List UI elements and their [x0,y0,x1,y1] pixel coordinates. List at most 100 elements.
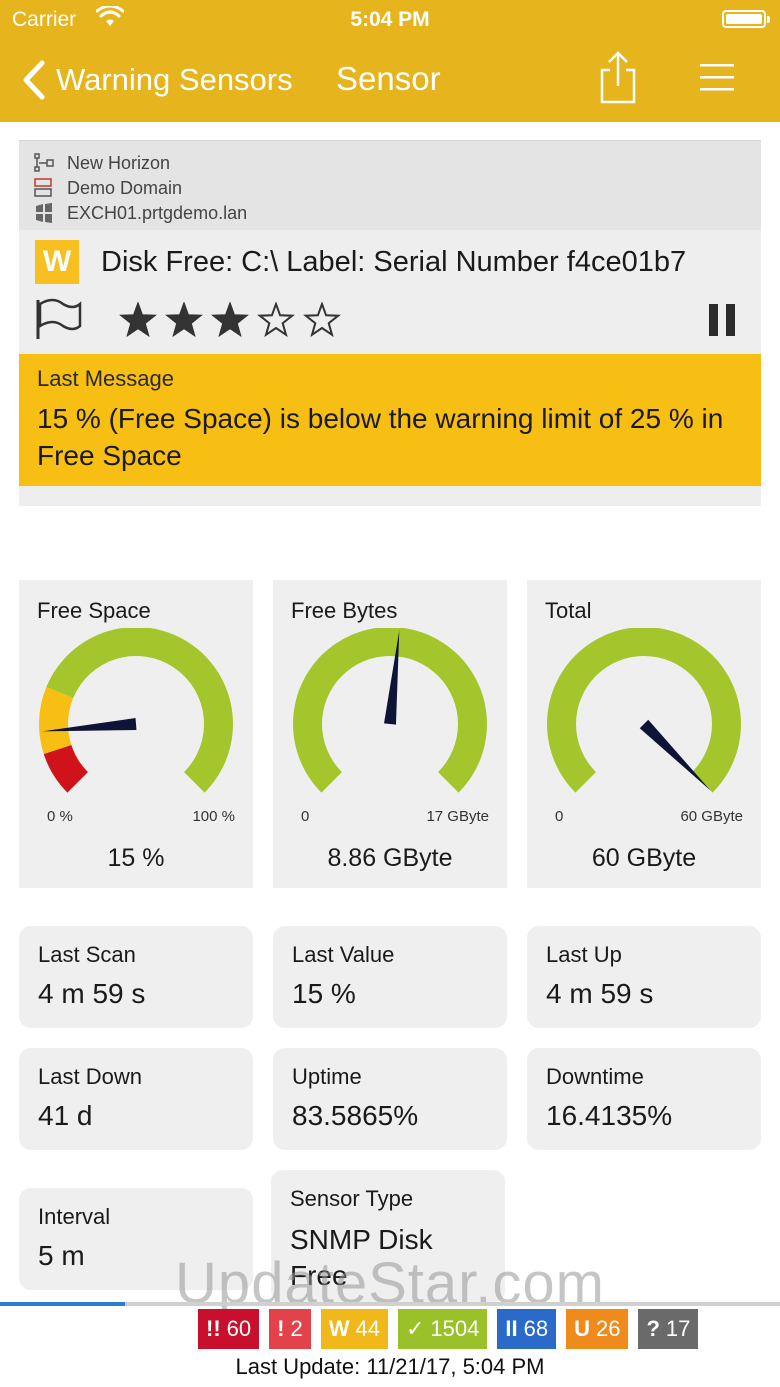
breadcrumb-group[interactable]: Demo Domain [33,176,182,200]
gauge-dial [293,628,487,793]
card-footer [19,486,761,506]
tile-label: Interval [38,1204,111,1229]
tile-label: Last Value [292,942,395,967]
badge-count: 17 [665,1316,691,1341]
watermark: UpdateStar.com [175,1251,605,1316]
tile-label: Last Down [38,1064,142,1089]
tile-label: Last Up [546,942,622,967]
gauge-title: Free Space [37,598,151,623]
tile-value: 4 m 59 s [38,978,146,1009]
gauge-zone [43,745,88,793]
badge-symbol: ? [646,1316,660,1341]
tile-last-value: Last Value 15 % [273,926,507,1028]
gauge-total: Total 0 60 GByte 60 GByte [527,580,761,888]
tile-label: Last Scan [38,942,136,967]
device-icon [36,203,52,223]
gauge-min-label: 0 [555,808,564,825]
warning-status-badge: W [35,240,79,284]
last-message-text: 15 % (Free Space) is below the warning l… [37,403,724,471]
breadcrumb-device[interactable]: EXCH01.prtgdemo.lan [33,201,247,225]
badge-count: 60 [226,1316,252,1341]
back-button[interactable]: Warning Sensors [20,56,293,104]
badge-count: 1504 [430,1316,480,1341]
sensor-title: Disk Free: C:\ Label: Serial Number f4ce… [101,246,687,278]
star-filled-icon[interactable] [211,302,249,338]
gauge-zone [39,686,74,754]
unusual-badge[interactable]: U 26 [566,1309,629,1349]
tile-label: Uptime [292,1064,362,1089]
gauge-max-label: 17 GByte [426,808,489,825]
status-bar: Carrier 5:04 PM [0,0,780,40]
gauge-dial [547,628,741,793]
last-message-panel: Last Message 15 % (Free Space) is below … [19,354,761,486]
status-summary-bar: !! 60! 2 W 44 ✓ 1504 II 68 U 26? 17 [198,1309,699,1349]
gauge-min-label: 0 % [47,808,73,825]
back-button-label: Warning Sensors [56,62,293,97]
page-title: Sensor [336,60,441,97]
breadcrumb-probe[interactable]: New Horizon [33,151,170,175]
warning-badge[interactable]: W 44 [320,1309,388,1349]
tile-value: 41 d [38,1100,93,1131]
probe-icon [34,153,54,172]
badge-symbol: II [505,1316,518,1341]
tile-value: 15 % [292,978,356,1009]
breadcrumb-label: Demo Domain [67,177,183,198]
star-empty-icon[interactable] [303,302,341,338]
status-time: 5:04 PM [350,8,430,31]
gauge-dial [39,628,233,793]
paused-badge[interactable]: II 68 [497,1309,557,1349]
priority-stars[interactable] [119,302,341,338]
badge-symbol: !! [206,1316,221,1341]
gauge-value: 60 GByte [591,844,697,872]
badge-symbol: W [328,1316,350,1341]
down-badge[interactable]: !! 60 [198,1309,260,1349]
star-filled-icon[interactable] [119,302,157,338]
badge-count: 2 [290,1316,303,1341]
badge-symbol: U [574,1316,590,1341]
gauge-title: Free Bytes [291,598,398,623]
star-filled-icon[interactable] [165,302,203,338]
tile-downtime: Downtime 16.4135% [527,1048,761,1150]
tile-value: 16.4135% [546,1100,673,1131]
breadcrumb: New Horizon Demo Domain EXCH01.prtgdemo.… [19,140,761,230]
chevron-left-icon [23,60,45,100]
gauge-value: 15 % [107,844,165,872]
gauge-value: 8.86 GByte [327,844,453,872]
breadcrumb-label: EXCH01.prtgdemo.lan [67,202,248,223]
gauge-max-label: 100 % [192,808,235,825]
tile-uptime: Uptime 83.5865% [273,1048,507,1150]
badge-count: 68 [523,1316,549,1341]
last-message-label: Last Message [37,366,174,391]
tile-value: 83.5865% [292,1100,419,1131]
gauge-zone [547,628,741,793]
tile-last-scan: Last Scan 4 m 59 s [19,926,253,1028]
gauge-max-label: 60 GByte [680,808,743,825]
star-empty-icon[interactable] [257,302,295,338]
group-icon [34,178,52,197]
last-update-label: Last Update: 11/21/17, 5:04 PM [235,1354,545,1379]
flag-icon[interactable] [35,298,83,340]
up-badge[interactable]: ✓ 1504 [397,1309,488,1349]
unknown-badge[interactable]: ? 17 [638,1309,699,1349]
app-header: Carrier 5:04 PM Warning Sensors Sensor [0,0,780,122]
pause-icon[interactable] [709,304,739,336]
gauge-title: Total [545,598,592,623]
gauge-free-bytes: Free Bytes 0 17 GByte 8.86 GByte [273,580,507,888]
gauge-needle [639,719,711,791]
badge-symbol: ✓ [405,1316,425,1341]
share-icon[interactable] [598,50,638,106]
tile-last-up: Last Up 4 m 59 s [527,926,761,1028]
tile-last-down: Last Down 41 d [19,1048,253,1150]
badge-symbol: ! [277,1316,285,1341]
down-partial-badge[interactable]: ! 2 [269,1309,311,1349]
breadcrumb-label: New Horizon [67,152,171,173]
tile-label: Downtime [546,1064,644,1089]
badge-count: 44 [355,1316,380,1341]
badge-count: 26 [595,1316,621,1341]
hamburger-menu-icon[interactable] [700,62,734,92]
refresh-progress-bar [0,1302,780,1306]
sensor-title-card: W Disk Free: C:\ Label: Serial Number f4… [19,230,761,354]
gauge-min-label: 0 [301,808,310,825]
battery-icon [722,10,770,28]
tile-label: Sensor Type [290,1186,414,1211]
